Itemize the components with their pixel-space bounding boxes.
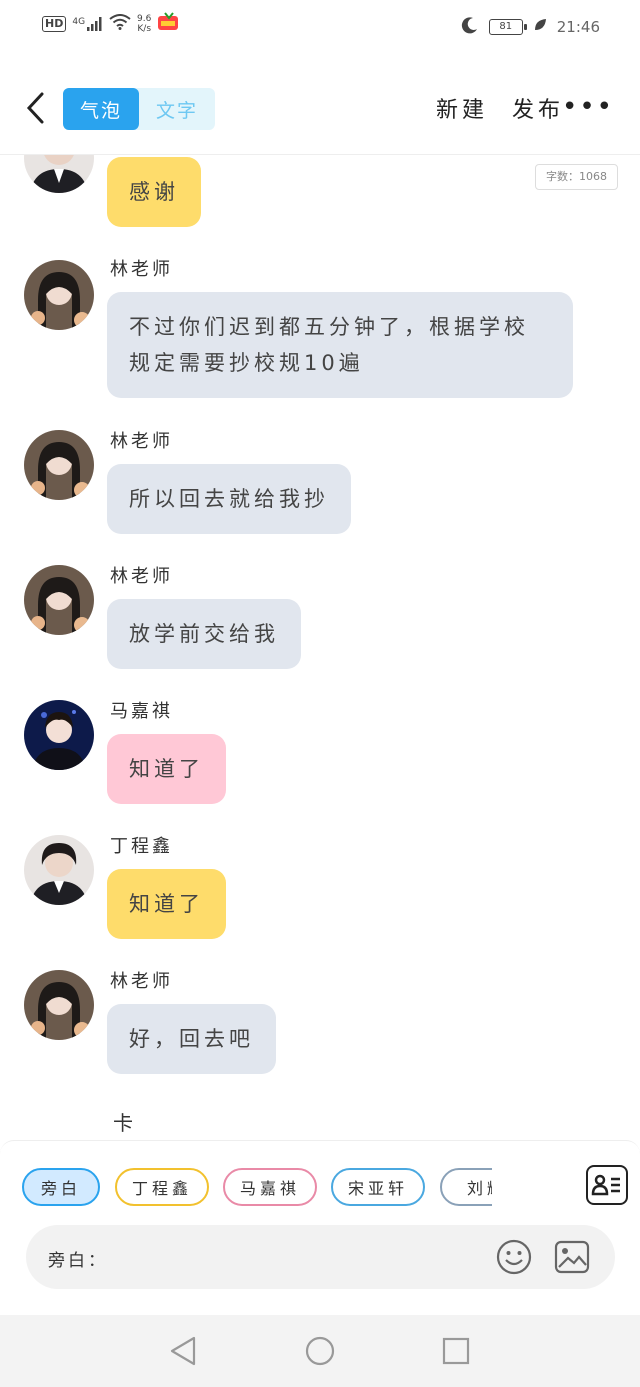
avatar[interactable]	[24, 565, 94, 635]
avatar-teacher-image	[24, 260, 94, 330]
message-bubble[interactable]: 不过你们迟到都五分钟了，根据学校规定需要抄校规10遍	[107, 292, 573, 398]
message-bubble[interactable]: 好，回去吧	[107, 1004, 276, 1074]
mode-switch: 气泡 文字	[63, 88, 215, 130]
message-bubble[interactable]: 知道了	[107, 869, 226, 939]
back-button[interactable]	[20, 88, 50, 128]
tab-bubble[interactable]: 气泡	[63, 88, 139, 130]
network-type: 4G	[72, 17, 86, 27]
system-nav-bar	[0, 1315, 640, 1387]
sender-name: 林老师	[110, 971, 173, 992]
avatar[interactable]	[24, 260, 94, 330]
chat-list[interactable]: 字数：1068 感谢 林老师 不过你们迟到都五分钟了，根据学校规定需要抄校规10…	[0, 155, 640, 1140]
avatar[interactable]	[24, 700, 94, 770]
avatar[interactable]	[24, 835, 94, 905]
triangle-back-icon	[170, 1336, 196, 1366]
word-count-badge: 字数：1068	[535, 164, 618, 190]
avatar[interactable]	[24, 430, 94, 500]
avatar-male-image	[24, 155, 94, 193]
message-bubble[interactable]: 知道了	[107, 734, 226, 804]
role-chip-ma[interactable]: 马嘉祺	[223, 1168, 317, 1206]
role-chip-ding[interactable]: 丁程鑫	[115, 1168, 209, 1206]
avatar[interactable]	[24, 970, 94, 1040]
avatar-ma-image	[24, 700, 94, 770]
new-button[interactable]: 新建	[436, 92, 488, 124]
circle-home-icon	[305, 1336, 335, 1366]
sender-name: 林老师	[110, 431, 173, 452]
chevron-left-icon	[26, 92, 44, 124]
narration-text[interactable]: 卡	[113, 1107, 133, 1136]
avatar-teacher-image	[24, 565, 94, 635]
more-button[interactable]: •••	[562, 92, 614, 122]
avatar-ding-image	[24, 835, 94, 905]
input-role-label: 旁白：	[48, 1251, 108, 1271]
network-speed: 9.6 K/s	[137, 14, 151, 34]
leaf-icon	[533, 18, 547, 36]
sender-name: 林老师	[110, 566, 173, 587]
battery-icon: 81	[488, 19, 527, 35]
tab-text[interactable]: 文字	[139, 88, 215, 130]
nav-home-button[interactable]	[304, 1335, 336, 1371]
sender-name: 林老师	[110, 259, 173, 280]
role-selector: 旁白 丁程鑫 马嘉祺 宋亚轩 刘耀	[20, 1168, 492, 1208]
nav-recents-button[interactable]	[441, 1335, 471, 1371]
role-chip-liu[interactable]: 刘耀	[440, 1168, 492, 1206]
message-bubble[interactable]: 所以回去就给我抄	[107, 464, 351, 534]
contact-card-icon	[591, 1174, 620, 1196]
clock: 21:46	[556, 18, 600, 36]
role-chip-song[interactable]: 宋亚轩	[331, 1168, 425, 1206]
avatar[interactable]	[24, 155, 94, 193]
status-bar: HD 4G 9.6 K/s 81 21:46	[0, 0, 640, 56]
square-recents-icon	[442, 1337, 470, 1365]
message-input[interactable]: 旁白：	[26, 1225, 615, 1289]
role-list-button[interactable]	[586, 1165, 628, 1205]
hd-indicator: HD	[42, 16, 67, 32]
app-notification-icon	[157, 12, 179, 36]
input-panel: 旁白 丁程鑫 马嘉祺 宋亚轩 刘耀 旁白：	[0, 1140, 640, 1315]
moon-icon	[461, 16, 479, 38]
message-bubble[interactable]: 放学前交给我	[107, 599, 301, 669]
sender-name: 丁程鑫	[110, 836, 173, 857]
speed-unit: K/s	[137, 24, 152, 34]
top-bar: 气泡 文字 新建 发布 •••	[0, 84, 640, 134]
image-icon	[554, 1240, 590, 1274]
message-bubble[interactable]: 感谢	[107, 157, 201, 227]
wifi-icon	[109, 14, 131, 34]
nav-back-button[interactable]	[168, 1335, 198, 1371]
emoji-button[interactable]	[496, 1239, 532, 1275]
publish-button[interactable]: 发布	[512, 92, 564, 124]
signal-icon: 4G	[72, 17, 103, 31]
role-chip-narrator[interactable]: 旁白	[22, 1168, 100, 1206]
avatar-teacher-image	[24, 430, 94, 500]
smiley-icon	[496, 1239, 532, 1275]
avatar-teacher-image	[24, 970, 94, 1040]
speed-value: 9.6	[137, 14, 152, 24]
image-button[interactable]	[554, 1239, 590, 1275]
sender-name: 马嘉祺	[110, 701, 173, 722]
